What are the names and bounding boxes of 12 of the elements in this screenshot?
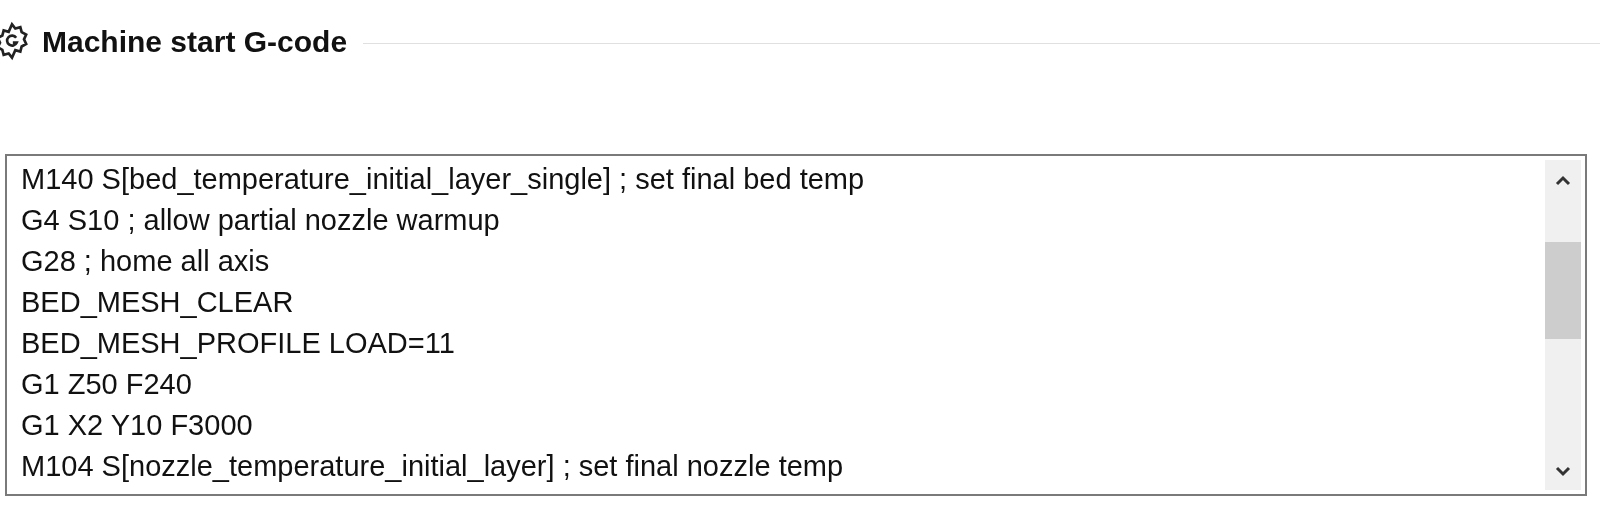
code-line: G28 ; home all axis <box>21 244 271 279</box>
code-line: G1 X2 Y10 F3000 <box>21 408 254 443</box>
scrollbar-thumb[interactable] <box>1545 242 1581 339</box>
scrollbar[interactable] <box>1545 160 1581 490</box>
code-line: G4 S10 ; allow partial nozzle warmup <box>21 203 501 238</box>
section-title: Machine start G-code <box>42 23 348 60</box>
code-line: G1 Z50 F240 <box>21 367 193 402</box>
gcode-editor[interactable] <box>5 154 1587 496</box>
code-line: BED_MESH_PROFILE LOAD=11 <box>21 326 456 361</box>
code-line: M104 S[nozzle_temperature_initial_layer] ; set final nozzle temp <box>21 449 845 484</box>
code-line: M140 S[bed_temperature_initial_layer_single] ; set final bed temp <box>21 162 866 197</box>
code-line: BED_MESH_CLEAR <box>21 285 295 320</box>
